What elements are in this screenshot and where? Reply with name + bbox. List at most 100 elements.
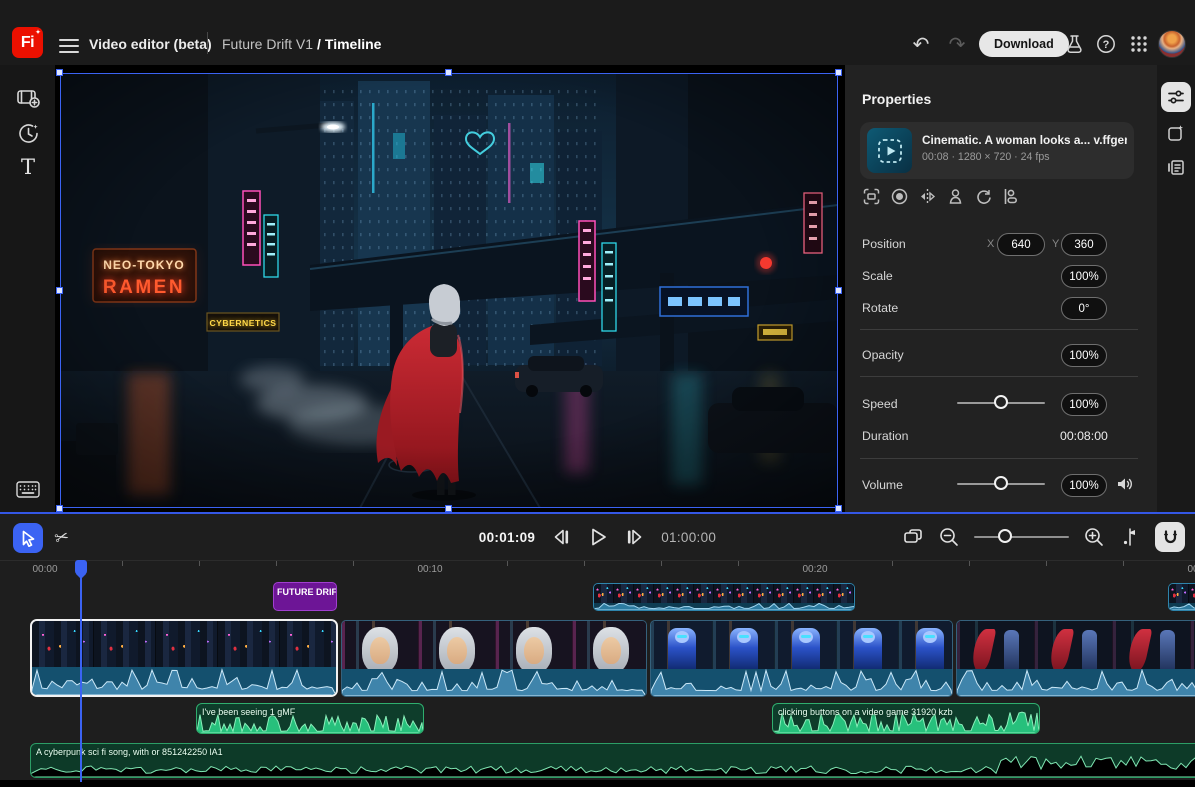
volume-slider[interactable] [957, 476, 1045, 490]
overlay-video-clip[interactable] [593, 583, 855, 611]
timeline-zoom-thumb[interactable] [998, 529, 1012, 543]
rotate-input[interactable]: 0° [1061, 297, 1107, 320]
help-glyph: ? [1103, 39, 1110, 51]
scale-input[interactable]: 100% [1061, 265, 1107, 288]
selection-handle-top-right[interactable] [835, 69, 842, 76]
x-axis-label: X [987, 238, 995, 250]
speed-slider-thumb[interactable] [994, 395, 1008, 409]
video-preview-canvas[interactable]: NEO-TOKYO RAMEN CYBERNETICS [56, 69, 842, 512]
clip-filmstrip [342, 621, 646, 669]
rotate-icon[interactable] [975, 188, 992, 205]
video-clip-2[interactable] [341, 620, 647, 697]
selection-handle-top-center[interactable] [445, 69, 452, 76]
mask-icon[interactable] [891, 188, 908, 205]
firefly-logo[interactable]: Fi [12, 27, 43, 58]
playhead-handle[interactable] [75, 560, 87, 575]
captions-button[interactable] [1161, 152, 1191, 182]
cyberpunk-scene: NEO-TOKYO RAMEN CYBERNETICS [60, 73, 838, 508]
current-timecode: 00:01:09 [478, 529, 536, 545]
playhead[interactable] [75, 560, 87, 782]
selection-handle-mid-right[interactable] [835, 286, 842, 294]
speaker-icon[interactable] [1115, 475, 1133, 493]
audio-clip-1[interactable]: I've been seeing 1 gMF [196, 703, 424, 734]
beaker-icon[interactable] [1063, 33, 1085, 55]
ruler-tick [122, 561, 123, 566]
clip-actions-row [863, 188, 1020, 205]
text-tool-icon[interactable]: T [15, 154, 41, 180]
help-icon[interactable]: ? [1095, 33, 1117, 55]
timeline-ruler[interactable]: 00:00 00:10 00:20 00:30 [0, 560, 1195, 578]
clip-thumbnail [614, 584, 634, 603]
clip-filmstrip [957, 621, 1195, 669]
preview-stage: NEO-TOKYO RAMEN CYBERNETICS [55, 65, 845, 512]
apps-grid-icon[interactable] [1128, 33, 1150, 55]
breadcrumb[interactable]: Future Drift V1/Timeline [222, 36, 381, 52]
speed-slider[interactable] [957, 395, 1045, 409]
keyboard-shortcuts-icon[interactable] [15, 476, 41, 502]
video-clip-1-selected[interactable] [30, 619, 338, 697]
audio-clip-2[interactable]: clicking buttons on a video game 31920 k… [772, 703, 1040, 734]
generate-clock-icon[interactable] [15, 120, 41, 146]
fit-timeline-icon[interactable] [902, 526, 924, 548]
clip-thumbnail [899, 621, 952, 669]
clip-audio-waveform [342, 669, 646, 696]
selection-handle-bottom-center[interactable] [445, 505, 452, 512]
clip-thumbnail [634, 584, 654, 603]
play-icon[interactable] [587, 526, 609, 548]
clip-thumbnail [674, 584, 694, 603]
snap-magnet-button[interactable] [1155, 522, 1185, 552]
selection-handle-bottom-right[interactable] [835, 505, 842, 512]
clip-thumbnail [156, 621, 218, 667]
overlay-video-clip-2[interactable] [1168, 583, 1195, 611]
scale-label: Scale [862, 269, 893, 283]
properties-tab-button[interactable] [1161, 82, 1191, 112]
opacity-input[interactable]: 100% [1061, 344, 1107, 367]
ruler-tick [892, 561, 893, 566]
download-button[interactable]: Download [979, 31, 1069, 57]
flip-horizontal-icon[interactable] [919, 188, 936, 205]
selection-handle-mid-left[interactable] [56, 286, 63, 294]
hamburger-menu-icon[interactable] [59, 35, 79, 53]
crop-icon[interactable] [863, 188, 880, 205]
volume-input[interactable]: 100% [1061, 474, 1107, 497]
timeline-zoom-slider[interactable] [974, 529, 1069, 543]
selection-handle-bottom-left[interactable] [56, 505, 63, 512]
user-avatar[interactable] [1158, 30, 1186, 58]
position-x-input[interactable]: 640 [997, 233, 1045, 256]
selected-clip-card[interactable]: Cinematic. A woman looks a... v.ffgenvid… [860, 122, 1134, 179]
ruler-label: 00:20 [802, 564, 828, 575]
speed-input[interactable]: 100% [1061, 393, 1107, 416]
clip-audio-waveform [957, 669, 1195, 696]
zoom-out-icon[interactable] [938, 526, 960, 548]
video-clip-4[interactable] [956, 620, 1195, 697]
clip-thumbnail [419, 621, 496, 669]
audio-clip-label: clicking buttons on a video game 31920 k… [778, 707, 953, 717]
selection-handle-top-left[interactable] [56, 69, 63, 76]
clip-thumbnail [94, 621, 156, 667]
freeze-frame-icon[interactable] [947, 188, 964, 205]
previous-frame-icon[interactable] [550, 526, 572, 548]
ruler-tick [1046, 561, 1047, 566]
video-clip-3[interactable] [650, 620, 953, 697]
clip-thumbnail [775, 621, 837, 669]
clip-thumbnail [496, 621, 573, 669]
clip-thumbnail [794, 584, 814, 603]
breadcrumb-project[interactable]: Future Drift V1 [222, 36, 313, 52]
rotate-row: Rotate 0° [845, 295, 1157, 321]
redo-icon[interactable]: ↷ [946, 33, 968, 56]
volume-slider-thumb[interactable] [994, 476, 1008, 490]
zoom-in-icon[interactable] [1083, 526, 1105, 548]
undo-icon[interactable]: ↶ [910, 33, 932, 56]
playhead-snap-icon[interactable] [1119, 526, 1141, 548]
scale-row: Scale 100% [845, 263, 1157, 289]
add-media-icon[interactable] [15, 85, 41, 111]
align-icon[interactable] [1003, 188, 1020, 205]
music-clip[interactable]: A cyberpunk sci fi song, with or 8512422… [30, 743, 1195, 778]
clip-waveform [1169, 603, 1195, 610]
position-y-input[interactable]: 360 [1061, 233, 1107, 256]
title-clip[interactable]: FUTURE DRIF [273, 582, 337, 611]
generative-edit-button[interactable] [1161, 118, 1191, 148]
y-axis-label: Y [1052, 238, 1060, 250]
next-frame-icon[interactable] [624, 526, 646, 548]
ruler-label: 00:00 [32, 564, 58, 575]
